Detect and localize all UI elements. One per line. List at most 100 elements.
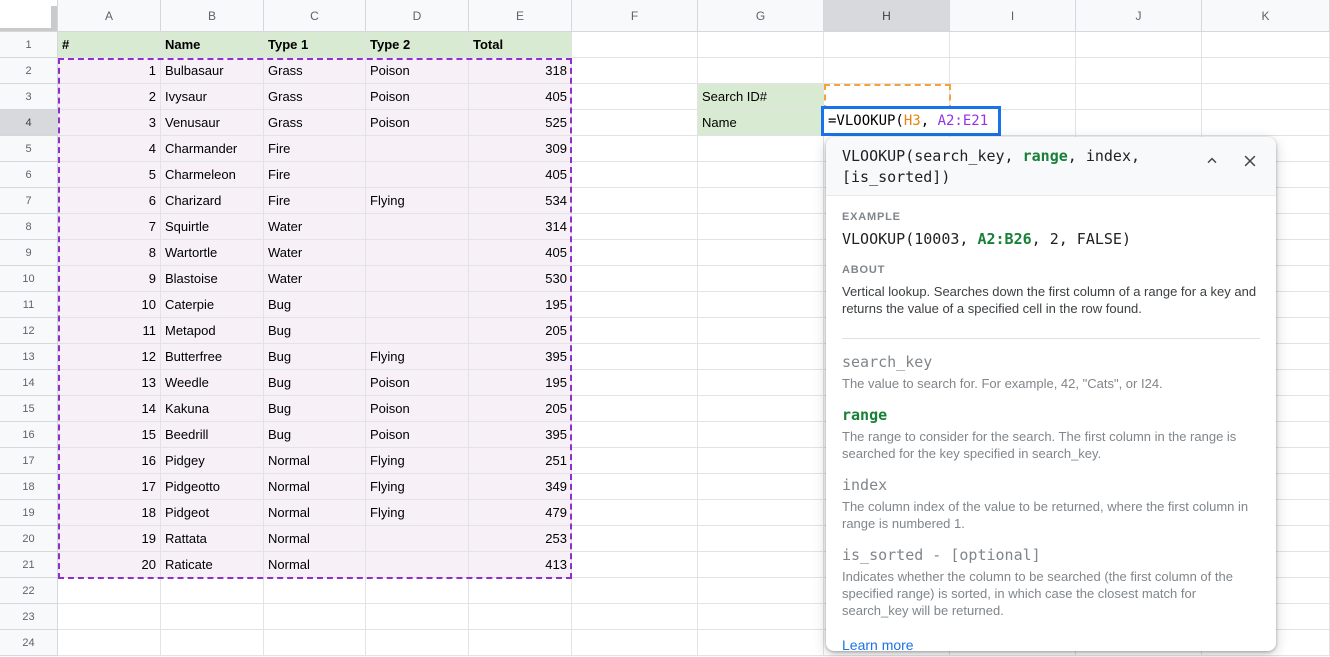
cell-A24[interactable] bbox=[58, 630, 161, 656]
cell-B9[interactable]: Wartortle bbox=[161, 240, 264, 266]
cell-C20[interactable]: Normal bbox=[264, 526, 366, 552]
row-header-22[interactable]: 22 bbox=[0, 578, 58, 604]
cell-F3[interactable] bbox=[572, 84, 698, 110]
cell-B19[interactable]: Pidgeot bbox=[161, 500, 264, 526]
row-header-15[interactable]: 15 bbox=[0, 396, 58, 422]
cell-D3[interactable]: Poison bbox=[366, 84, 469, 110]
cell-F12[interactable] bbox=[572, 318, 698, 344]
cell-B8[interactable]: Squirtle bbox=[161, 214, 264, 240]
cell-F1[interactable] bbox=[572, 32, 698, 58]
cell-F19[interactable] bbox=[572, 500, 698, 526]
cell-C17[interactable]: Normal bbox=[264, 448, 366, 474]
collapse-button[interactable] bbox=[1200, 149, 1224, 173]
cell-G1[interactable] bbox=[698, 32, 824, 58]
row-header-16[interactable]: 16 bbox=[0, 422, 58, 448]
cell-C16[interactable]: Bug bbox=[264, 422, 366, 448]
cell-A21[interactable]: 20 bbox=[58, 552, 161, 578]
select-all-corner[interactable] bbox=[0, 0, 58, 32]
cell-G14[interactable] bbox=[698, 370, 824, 396]
cell-D11[interactable] bbox=[366, 292, 469, 318]
cell-B18[interactable]: Pidgeotto bbox=[161, 474, 264, 500]
close-button[interactable] bbox=[1238, 149, 1262, 173]
cell-B13[interactable]: Butterfree bbox=[161, 344, 264, 370]
cell-D2[interactable]: Poison bbox=[366, 58, 469, 84]
cell-G8[interactable] bbox=[698, 214, 824, 240]
cell-A13[interactable]: 12 bbox=[58, 344, 161, 370]
cell-D7[interactable]: Flying bbox=[366, 188, 469, 214]
cell-F5[interactable] bbox=[572, 136, 698, 162]
cell-F18[interactable] bbox=[572, 474, 698, 500]
cell-C2[interactable]: Grass bbox=[264, 58, 366, 84]
cell-G15[interactable] bbox=[698, 396, 824, 422]
cell-G6[interactable] bbox=[698, 162, 824, 188]
cell-K2[interactable] bbox=[1202, 58, 1330, 84]
cell-C22[interactable] bbox=[264, 578, 366, 604]
cell-B21[interactable]: Raticate bbox=[161, 552, 264, 578]
cell-G3[interactable]: Search ID# bbox=[698, 84, 824, 110]
cell-G18[interactable] bbox=[698, 474, 824, 500]
cell-B20[interactable]: Rattata bbox=[161, 526, 264, 552]
cell-A12[interactable]: 11 bbox=[58, 318, 161, 344]
cell-C5[interactable]: Fire bbox=[264, 136, 366, 162]
cell-B5[interactable]: Charmander bbox=[161, 136, 264, 162]
cell-J2[interactable] bbox=[1076, 58, 1202, 84]
cell-G10[interactable] bbox=[698, 266, 824, 292]
cell-A5[interactable]: 4 bbox=[58, 136, 161, 162]
cell-F9[interactable] bbox=[572, 240, 698, 266]
cell-F4[interactable] bbox=[572, 110, 698, 136]
cell-C15[interactable]: Bug bbox=[264, 396, 366, 422]
cell-B7[interactable]: Charizard bbox=[161, 188, 264, 214]
cell-G5[interactable] bbox=[698, 136, 824, 162]
cell-A16[interactable]: 15 bbox=[58, 422, 161, 448]
row-header-12[interactable]: 12 bbox=[0, 318, 58, 344]
cell-E5[interactable]: 309 bbox=[469, 136, 572, 162]
row-header-23[interactable]: 23 bbox=[0, 604, 58, 630]
cell-C9[interactable]: Water bbox=[264, 240, 366, 266]
cell-D4[interactable]: Poison bbox=[366, 110, 469, 136]
cell-B12[interactable]: Metapod bbox=[161, 318, 264, 344]
cell-A4[interactable]: 3 bbox=[58, 110, 161, 136]
cell-K4[interactable] bbox=[1202, 110, 1330, 136]
cell-A18[interactable]: 17 bbox=[58, 474, 161, 500]
formula-edit-box[interactable]: =VLOOKUP(H3, A2:E21 bbox=[821, 106, 1001, 136]
cell-F14[interactable] bbox=[572, 370, 698, 396]
cell-E1[interactable]: Total bbox=[469, 32, 572, 58]
cell-J1[interactable] bbox=[1076, 32, 1202, 58]
cell-A3[interactable]: 2 bbox=[58, 84, 161, 110]
cell-G23[interactable] bbox=[698, 604, 824, 630]
cell-G2[interactable] bbox=[698, 58, 824, 84]
cell-D19[interactable]: Flying bbox=[366, 500, 469, 526]
cell-C12[interactable]: Bug bbox=[264, 318, 366, 344]
cell-B11[interactable]: Caterpie bbox=[161, 292, 264, 318]
cell-B24[interactable] bbox=[161, 630, 264, 656]
cell-G13[interactable] bbox=[698, 344, 824, 370]
cell-I2[interactable] bbox=[950, 58, 1076, 84]
cell-F13[interactable] bbox=[572, 344, 698, 370]
cell-E2[interactable]: 318 bbox=[469, 58, 572, 84]
cell-G11[interactable] bbox=[698, 292, 824, 318]
cell-F20[interactable] bbox=[572, 526, 698, 552]
cell-F21[interactable] bbox=[572, 552, 698, 578]
cell-G12[interactable] bbox=[698, 318, 824, 344]
cell-B3[interactable]: Ivysaur bbox=[161, 84, 264, 110]
cell-B2[interactable]: Bulbasaur bbox=[161, 58, 264, 84]
row-header-5[interactable]: 5 bbox=[0, 136, 58, 162]
row-header-11[interactable]: 11 bbox=[0, 292, 58, 318]
cell-C21[interactable]: Normal bbox=[264, 552, 366, 578]
learn-more-link[interactable]: Learn more bbox=[842, 636, 914, 651]
cell-H2[interactable] bbox=[824, 58, 950, 84]
cell-G22[interactable] bbox=[698, 578, 824, 604]
cell-D21[interactable] bbox=[366, 552, 469, 578]
cell-A17[interactable]: 16 bbox=[58, 448, 161, 474]
cell-E3[interactable]: 405 bbox=[469, 84, 572, 110]
cell-C13[interactable]: Bug bbox=[264, 344, 366, 370]
cell-C18[interactable]: Normal bbox=[264, 474, 366, 500]
cell-B4[interactable]: Venusaur bbox=[161, 110, 264, 136]
cell-A1[interactable]: # bbox=[58, 32, 161, 58]
column-header-F[interactable]: F bbox=[572, 0, 698, 32]
cell-A2[interactable]: 1 bbox=[58, 58, 161, 84]
cell-B6[interactable]: Charmeleon bbox=[161, 162, 264, 188]
cell-E20[interactable]: 253 bbox=[469, 526, 572, 552]
row-header-9[interactable]: 9 bbox=[0, 240, 58, 266]
cell-B14[interactable]: Weedle bbox=[161, 370, 264, 396]
